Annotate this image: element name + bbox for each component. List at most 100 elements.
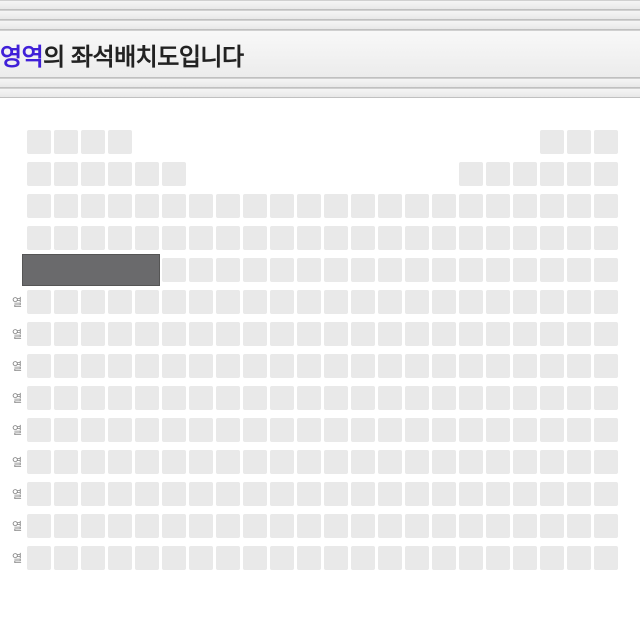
seat[interactable] xyxy=(162,322,186,346)
seat[interactable] xyxy=(432,418,456,442)
seat[interactable] xyxy=(81,194,105,218)
seat[interactable] xyxy=(594,226,618,250)
seat[interactable] xyxy=(540,514,564,538)
seat[interactable] xyxy=(594,354,618,378)
seat[interactable] xyxy=(513,194,537,218)
seat[interactable] xyxy=(378,258,402,282)
seat[interactable] xyxy=(27,514,51,538)
seat[interactable] xyxy=(594,450,618,474)
seat[interactable] xyxy=(297,354,321,378)
seat[interactable] xyxy=(54,450,78,474)
seat[interactable] xyxy=(216,322,240,346)
seat[interactable] xyxy=(54,418,78,442)
seat[interactable] xyxy=(513,546,537,570)
seat[interactable] xyxy=(243,258,267,282)
seat[interactable] xyxy=(189,322,213,346)
seat[interactable] xyxy=(189,546,213,570)
seat[interactable] xyxy=(135,418,159,442)
seat[interactable] xyxy=(81,162,105,186)
seat[interactable] xyxy=(432,194,456,218)
seat[interactable] xyxy=(108,354,132,378)
seat[interactable] xyxy=(81,130,105,154)
seat[interactable] xyxy=(108,194,132,218)
seat[interactable] xyxy=(216,514,240,538)
seat[interactable] xyxy=(270,482,294,506)
seat[interactable] xyxy=(459,290,483,314)
seat[interactable] xyxy=(270,450,294,474)
seat[interactable] xyxy=(567,386,591,410)
seat[interactable] xyxy=(189,386,213,410)
seat[interactable] xyxy=(270,226,294,250)
seat[interactable] xyxy=(81,226,105,250)
seat[interactable] xyxy=(513,482,537,506)
seat[interactable] xyxy=(405,258,429,282)
seat[interactable] xyxy=(81,354,105,378)
seat[interactable] xyxy=(162,354,186,378)
seat[interactable] xyxy=(189,450,213,474)
seat[interactable] xyxy=(54,322,78,346)
seat[interactable] xyxy=(108,450,132,474)
seat[interactable] xyxy=(405,226,429,250)
seat[interactable] xyxy=(324,514,348,538)
seat[interactable] xyxy=(432,514,456,538)
seat[interactable] xyxy=(216,418,240,442)
seat[interactable] xyxy=(243,482,267,506)
seat[interactable] xyxy=(540,162,564,186)
seat[interactable] xyxy=(162,258,186,282)
seat[interactable] xyxy=(189,290,213,314)
seat[interactable] xyxy=(108,130,132,154)
seat[interactable] xyxy=(513,322,537,346)
seat[interactable] xyxy=(594,386,618,410)
seat[interactable] xyxy=(243,226,267,250)
seat[interactable] xyxy=(27,162,51,186)
seat[interactable] xyxy=(216,450,240,474)
seat[interactable] xyxy=(54,162,78,186)
seat[interactable] xyxy=(540,290,564,314)
seat[interactable] xyxy=(135,322,159,346)
seat[interactable] xyxy=(27,482,51,506)
seat[interactable] xyxy=(297,386,321,410)
seat[interactable] xyxy=(459,322,483,346)
seat[interactable] xyxy=(540,226,564,250)
seat[interactable] xyxy=(486,162,510,186)
seat[interactable] xyxy=(459,482,483,506)
seat[interactable] xyxy=(108,546,132,570)
seat[interactable] xyxy=(243,354,267,378)
seat[interactable] xyxy=(459,258,483,282)
seat[interactable] xyxy=(297,290,321,314)
seat[interactable] xyxy=(297,226,321,250)
seat[interactable] xyxy=(108,322,132,346)
seat[interactable] xyxy=(162,514,186,538)
seat[interactable] xyxy=(108,290,132,314)
seat[interactable] xyxy=(324,290,348,314)
seat[interactable] xyxy=(405,418,429,442)
seat[interactable] xyxy=(135,290,159,314)
seat[interactable] xyxy=(378,226,402,250)
seat[interactable] xyxy=(162,290,186,314)
seat[interactable] xyxy=(594,514,618,538)
seat[interactable] xyxy=(81,386,105,410)
seat[interactable] xyxy=(567,194,591,218)
seat[interactable] xyxy=(459,354,483,378)
seat[interactable] xyxy=(216,386,240,410)
seat[interactable] xyxy=(594,290,618,314)
seat[interactable] xyxy=(270,194,294,218)
seat[interactable] xyxy=(54,130,78,154)
seat[interactable] xyxy=(459,226,483,250)
seat[interactable] xyxy=(432,354,456,378)
seat[interactable] xyxy=(270,290,294,314)
seat[interactable] xyxy=(459,450,483,474)
seat[interactable] xyxy=(324,450,348,474)
seat[interactable] xyxy=(567,162,591,186)
seat[interactable] xyxy=(540,418,564,442)
seat[interactable] xyxy=(486,290,510,314)
seat[interactable] xyxy=(540,546,564,570)
seat[interactable] xyxy=(189,258,213,282)
seat[interactable] xyxy=(540,354,564,378)
seat[interactable] xyxy=(162,418,186,442)
seat[interactable] xyxy=(270,354,294,378)
seat[interactable] xyxy=(162,386,186,410)
seat[interactable] xyxy=(135,450,159,474)
seat[interactable] xyxy=(297,514,321,538)
seat[interactable] xyxy=(351,514,375,538)
